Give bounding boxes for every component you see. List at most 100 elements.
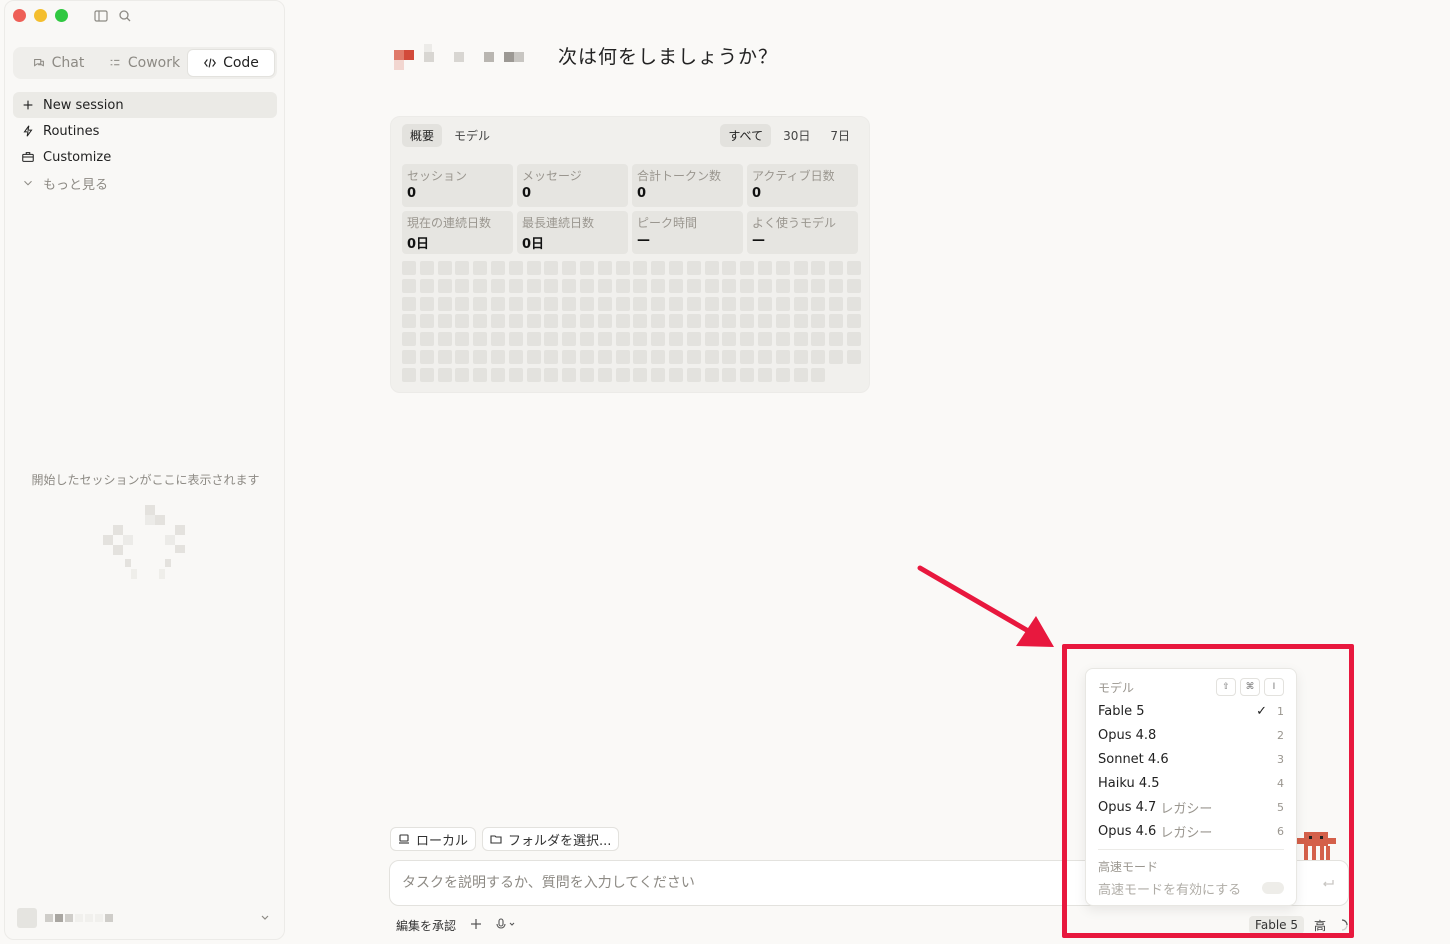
user-name-redacted	[45, 914, 113, 922]
heatmap-cell	[722, 296, 737, 311]
heatmap-cell	[811, 332, 826, 347]
select-folder-button[interactable]: フォルダを選択...	[482, 827, 620, 851]
heatmap-cell	[544, 261, 559, 275]
heatmap-cell	[490, 278, 505, 293]
heatmap-cell	[508, 332, 523, 347]
heatmap-cell	[597, 296, 612, 311]
heatmap-cell	[793, 278, 808, 293]
accept-edits-toggle[interactable]: 編集を承認	[396, 917, 456, 934]
heatmap-cell	[473, 367, 488, 382]
heatmap-cell	[402, 278, 416, 293]
heatmap-cell	[757, 349, 772, 364]
heatmap-cell	[775, 278, 790, 293]
stat-label: よく使うモデル	[752, 216, 837, 230]
heatmap-cell	[686, 261, 701, 275]
heatmap-cell	[704, 332, 719, 347]
annotation-highlight-box	[1062, 644, 1354, 938]
local-label: ローカル	[416, 833, 469, 849]
sidebar-item-new-session[interactable]: New session	[13, 92, 277, 118]
heatmap-cell	[686, 314, 701, 329]
heatmap-cell	[562, 332, 577, 347]
heatmap-cell	[402, 314, 416, 329]
laptop-icon	[399, 834, 409, 844]
heatmap-cell	[455, 261, 470, 275]
tab-chat[interactable]: Chat	[15, 49, 101, 77]
briefcase-icon	[22, 152, 34, 162]
minimize-window-button[interactable]	[34, 9, 47, 22]
heatmap-cell	[829, 261, 844, 275]
stat-card-tokens: 合計トークン数 0	[632, 164, 743, 207]
sidebar-item-more[interactable]: もっと見る	[13, 170, 277, 196]
zoom-window-button[interactable]	[55, 9, 68, 22]
tab-overview[interactable]: 概要	[402, 124, 443, 147]
add-attachment-button[interactable]	[470, 918, 482, 933]
heatmap-cell	[597, 278, 612, 293]
heatmap-cell	[562, 278, 577, 293]
heatmap-cell	[437, 349, 452, 364]
microphone-button[interactable]	[496, 917, 516, 933]
sidebar-item-customize[interactable]: Customize	[13, 144, 277, 170]
microphone-icon	[496, 917, 515, 929]
heatmap-cell	[455, 349, 470, 364]
stat-label: 合計トークン数	[637, 169, 722, 183]
heatmap-cell	[651, 314, 666, 329]
heatmap-cell	[437, 332, 452, 347]
tab-models[interactable]: モデル	[446, 124, 498, 147]
heatmap-cell	[829, 278, 844, 293]
heatmap-cell	[722, 332, 737, 347]
sidebar-item-routines[interactable]: Routines	[13, 118, 277, 144]
heatmap-cell	[686, 278, 701, 293]
heatmap-cell	[740, 296, 755, 311]
stat-label: セッション	[407, 169, 468, 183]
sidebar-toggle-icon[interactable]	[93, 8, 109, 24]
heatmap-cell	[633, 367, 648, 382]
heatmap-cell	[508, 314, 523, 329]
range-30d[interactable]: 30日	[775, 124, 818, 147]
heatmap-cell	[455, 314, 470, 329]
heatmap-cell	[597, 332, 612, 347]
sidebar-item-label: もっと見る	[43, 177, 109, 193]
heatmap-cell	[508, 349, 523, 364]
heatmap-cell	[579, 314, 594, 329]
heatmap-cell	[811, 367, 826, 382]
heatmap-cell	[526, 367, 541, 382]
heatmap-cell	[757, 367, 772, 382]
heatmap-cell	[704, 349, 719, 364]
heatmap-cell	[473, 296, 488, 311]
heatmap-cell	[829, 314, 844, 329]
heatmap-cell	[490, 296, 505, 311]
bolt-icon	[23, 125, 33, 137]
stat-value: —	[637, 233, 650, 248]
heatmap-cell	[686, 332, 701, 347]
heatmap-cell	[811, 314, 826, 329]
heatmap-cell	[811, 261, 826, 275]
stat-value: 0	[522, 186, 532, 201]
heatmap-cell	[722, 314, 737, 329]
heatmap-cell	[615, 296, 630, 311]
search-icon[interactable]	[117, 8, 133, 24]
heatmap-cell	[437, 296, 452, 311]
heatmap-cell	[651, 296, 666, 311]
heatmap-cell	[455, 296, 470, 311]
heatmap-cell	[686, 349, 701, 364]
heatmap-cell	[775, 261, 790, 275]
tab-cowork[interactable]: Cowork	[101, 49, 187, 77]
heatmap-cell	[562, 367, 577, 382]
sidebar-item-label: Routines	[43, 123, 100, 139]
heatmap-cell	[526, 332, 541, 347]
tab-code-label: Code	[223, 55, 259, 71]
heatmap-cell	[526, 278, 541, 293]
heatmap-cell	[633, 278, 648, 293]
tab-code[interactable]: Code	[187, 49, 275, 77]
range-7d[interactable]: 7日	[822, 124, 858, 147]
heatmap-cell	[402, 296, 416, 311]
heatmap-cell	[651, 261, 666, 275]
local-environment-button[interactable]: ローカル	[390, 827, 477, 851]
heatmap-cell	[615, 261, 630, 275]
heatmap-cell	[775, 367, 790, 382]
close-window-button[interactable]	[13, 9, 26, 22]
heatmap-cell	[579, 332, 594, 347]
user-account-row[interactable]	[17, 907, 271, 929]
range-all[interactable]: すべて	[720, 124, 772, 147]
heatmap-cell	[704, 278, 719, 293]
